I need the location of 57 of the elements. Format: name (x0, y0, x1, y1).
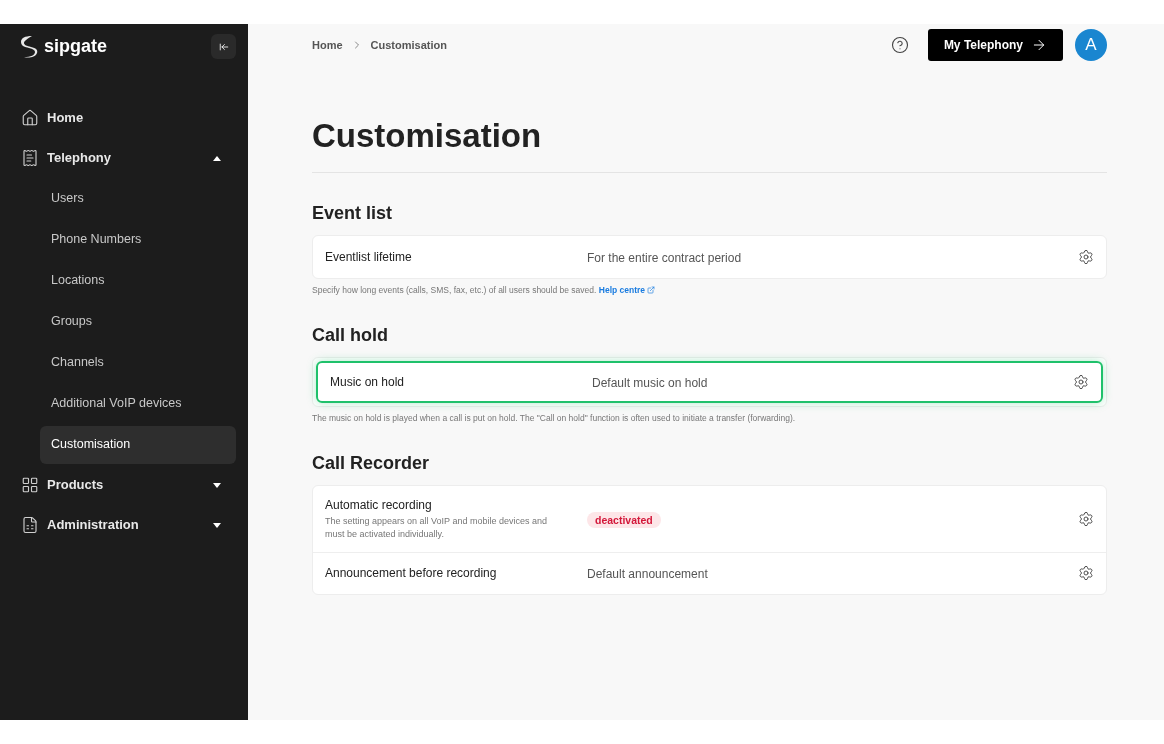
setting-value: Default music on hold (592, 375, 708, 390)
logo-text: sipgate (44, 35, 108, 58)
setting-row[interactable]: Music on hold Default music on hold (316, 360, 1103, 403)
help-icon[interactable] (890, 36, 909, 54)
section-heading: Call hold (312, 323, 389, 347)
nav-label: Administration (47, 516, 140, 535)
nav-subitem[interactable]: Channels (40, 343, 236, 382)
status-badge: deactivated (587, 511, 661, 528)
avatar[interactable]: A (1075, 29, 1107, 61)
settings-icon[interactable] (1078, 565, 1094, 581)
help-text: Specify how long events (calls, SMS, fax, etc.) of all users should be saved. Help centre (312, 284, 1107, 297)
section-heading: Event list (312, 202, 394, 225)
collapse-icon (218, 41, 229, 52)
my-telephony-button[interactable]: My Telephony (927, 29, 1063, 61)
setting-row[interactable]: Announcement before recording Default announcement (313, 551, 1106, 594)
document-icon (21, 516, 39, 534)
nav-item[interactable]: Administration (12, 505, 236, 545)
collapse-sidebar-button[interactable] (211, 34, 236, 59)
nav-subitem[interactable]: Users (40, 179, 236, 218)
setting-value: For the entire contract period (587, 251, 742, 265)
home-icon (21, 109, 39, 127)
breadcrumb-link[interactable]: Home (312, 36, 343, 54)
nav-subitem[interactable]: Additional VoIP devices (40, 384, 236, 423)
caret-up-icon (213, 155, 221, 161)
grid-icon (21, 476, 39, 494)
caret-down-icon (213, 522, 221, 528)
logo-icon (18, 34, 38, 59)
breadcrumb-link[interactable]: Customisation (370, 36, 447, 54)
setting-label: Eventlist lifetime (325, 249, 413, 266)
setting-label: Music on hold (330, 373, 406, 391)
nav-label: Products (47, 476, 105, 495)
caret-down-icon (213, 482, 221, 488)
setting-label: Announcement before recording (325, 565, 498, 582)
nav-subitem[interactable]: Phone Numbers (40, 220, 236, 259)
setting-row[interactable]: Automatic recording The setting appears on all VoIP and mobile devices and must be activated individually. deactivated (313, 485, 1106, 552)
external-link-icon (647, 286, 656, 295)
settings-icon[interactable] (1078, 510, 1094, 527)
setting-row[interactable]: Eventlist lifetime For the entire contract period (313, 236, 1106, 278)
nav-subitem[interactable]: Locations (40, 261, 236, 300)
receipt-icon (21, 149, 39, 167)
nav-subitem[interactable]: Customisation (40, 425, 236, 464)
help-centre-link[interactable]: Help centre (598, 284, 656, 297)
nav-item[interactable]: Telephony (12, 138, 236, 178)
arrow-right-icon (1031, 37, 1047, 53)
settings-icon[interactable] (1078, 249, 1094, 265)
setting-description: The setting appears on all VoIP and mobile devices and must be activated individually. (325, 515, 548, 541)
nav-label: Home (47, 109, 85, 128)
nav-item[interactable]: Home (12, 98, 236, 138)
setting-value: Default announcement (587, 567, 708, 581)
section-heading: Call Recorder (312, 451, 431, 475)
settings-icon[interactable] (1073, 373, 1089, 390)
nav-subitem[interactable]: Groups (40, 302, 236, 341)
page-title: Customisation (312, 116, 543, 156)
setting-label: Automatic recording (325, 497, 433, 514)
help-text: The music on hold is played when a call is put on hold. The "Call on hold" function is often used to initiate a transfer (forwarding). (312, 411, 797, 425)
nav-label: Telephony (47, 149, 113, 168)
nav-item[interactable]: Products (12, 465, 236, 505)
